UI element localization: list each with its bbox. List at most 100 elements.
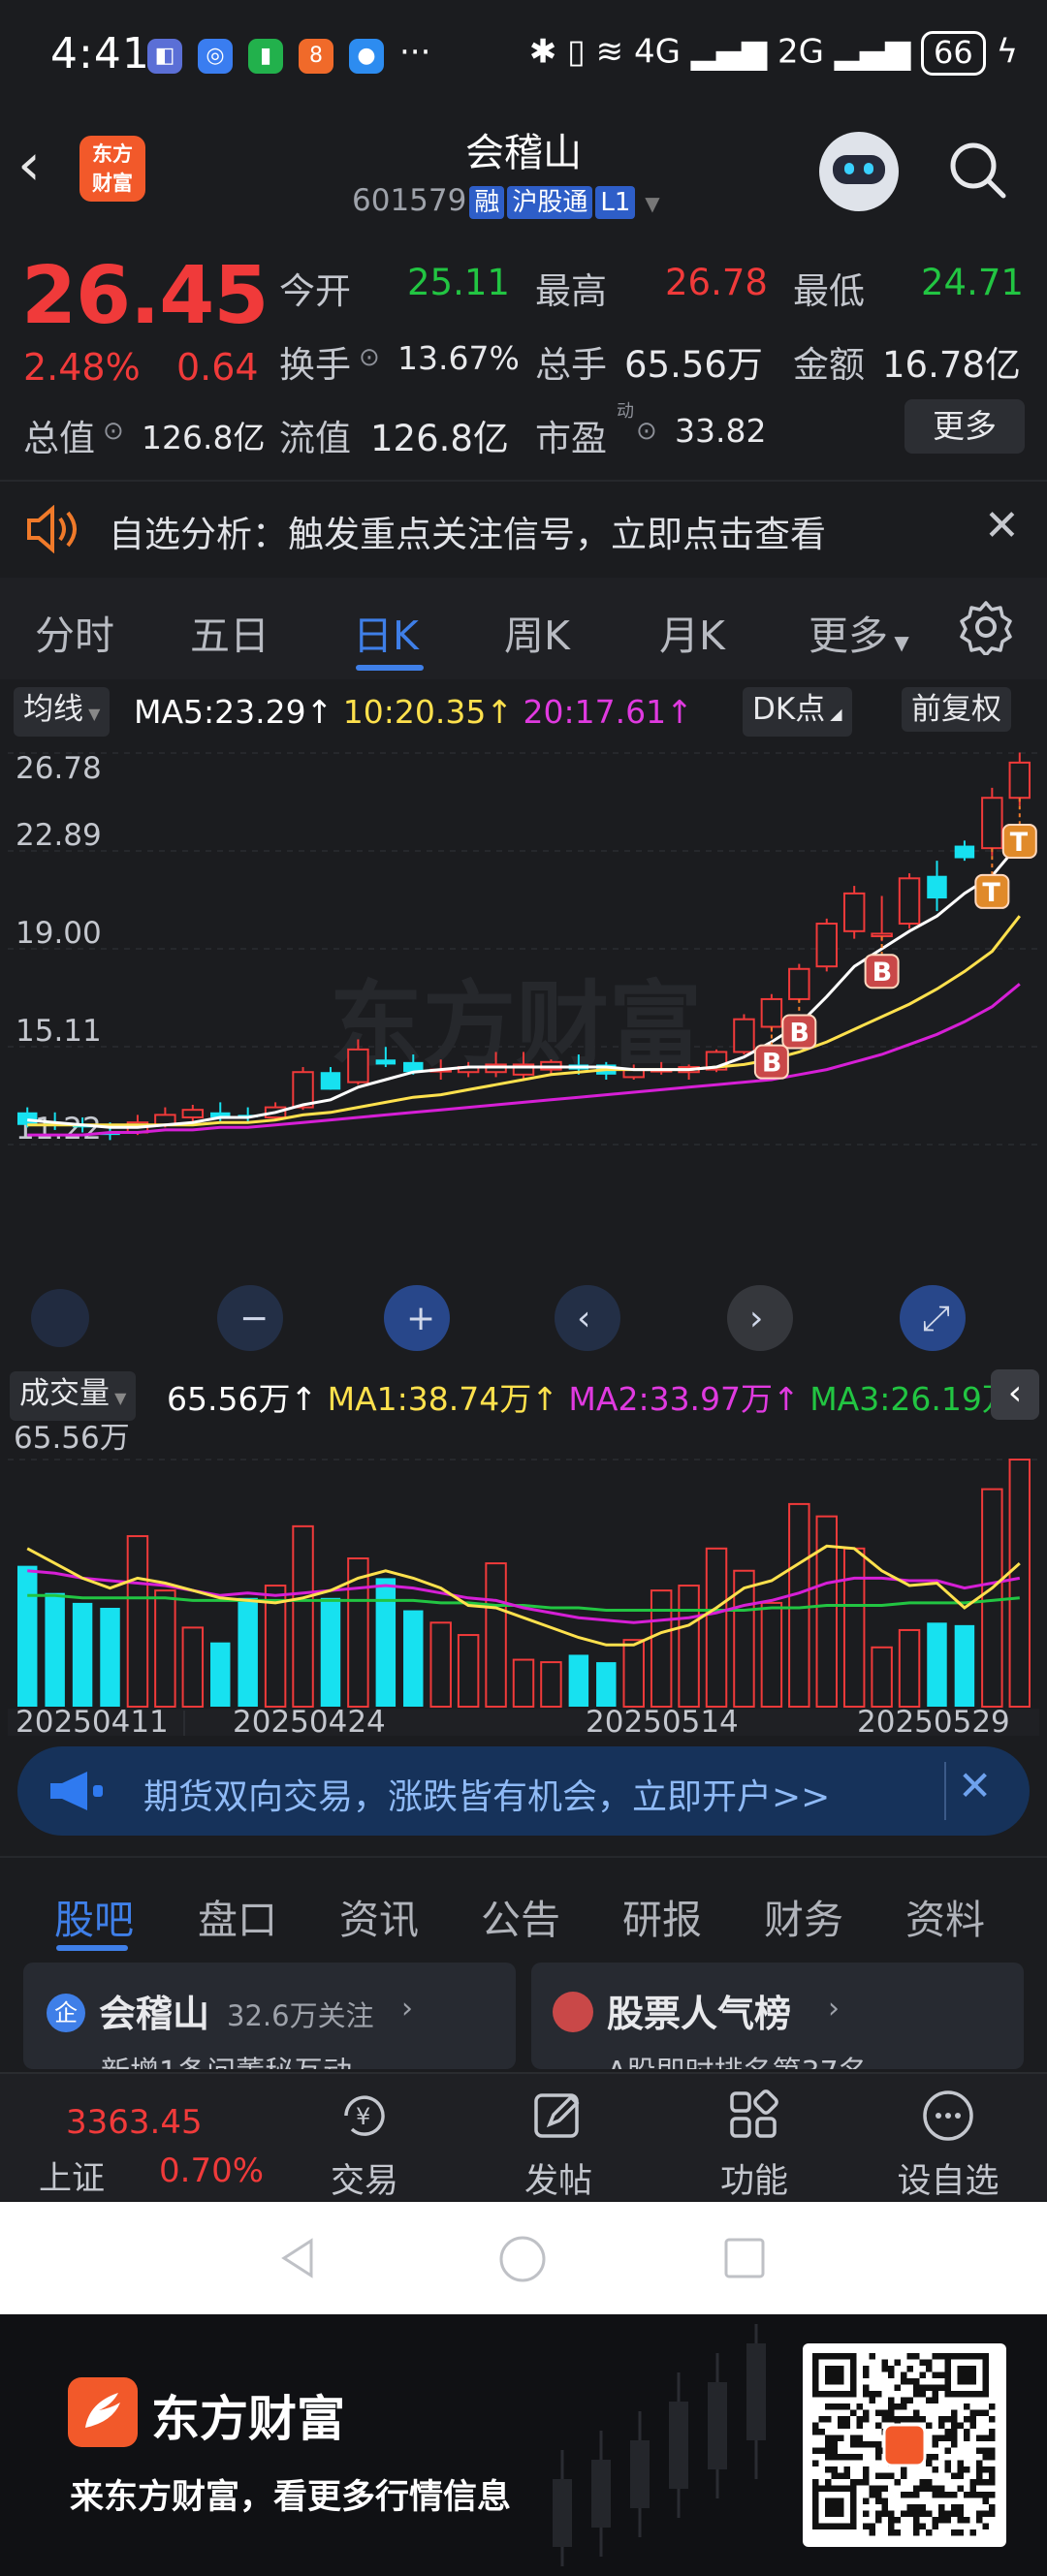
tab-intraday[interactable]: 分时 <box>35 603 114 661</box>
info-icon[interactable]: ⊙ <box>103 417 124 446</box>
tab-orderbook[interactable]: 盘口 <box>198 1887 277 1945</box>
robot-assistant-icon[interactable] <box>819 132 899 211</box>
info-icon[interactable]: ⊙ <box>359 343 380 372</box>
ranking-icon <box>553 1992 593 2032</box>
popularity-card[interactable]: 股票人气榜 › A股即时排名第37名 <box>531 1963 1024 2069</box>
qr-module <box>944 2429 951 2435</box>
add-watchlist-button[interactable]: 设自选 <box>880 2086 1016 2203</box>
close-icon[interactable]: ✕ <box>958 1762 992 1809</box>
qr-module <box>976 2510 983 2517</box>
tab-announcements[interactable]: 公告 <box>481 1887 560 1945</box>
margin-tag: 融 <box>469 186 505 219</box>
nav-recents-icon[interactable] <box>723 2237 766 2279</box>
features-button[interactable]: 功能 <box>686 2086 822 2203</box>
watchlist-alert-bar[interactable]: 自选分析：触发重点关注信号，立即点击查看 ✕ <box>0 480 1047 575</box>
collapse-panel-button[interactable]: ‹ <box>991 1369 1039 1420</box>
qr-module <box>888 2403 895 2410</box>
robot-face <box>833 155 885 184</box>
nav-back-icon[interactable] <box>276 2237 319 2279</box>
decorative-candles <box>553 2324 766 2566</box>
qr-module <box>932 2435 938 2441</box>
tab-daily-k[interactable]: 日K <box>353 603 419 661</box>
ma20-value: 20:17.61 <box>523 693 667 731</box>
trade-button[interactable]: ¥ 交易 <box>297 2086 432 2203</box>
qr-module <box>888 2372 895 2378</box>
qr-module <box>919 2510 926 2517</box>
qr-module <box>875 2492 882 2498</box>
qr-module <box>843 2472 850 2479</box>
qr-module <box>919 2479 926 2486</box>
qr-module <box>818 2429 825 2435</box>
status-bar: 4:41 ◧ ◎ ▮ 8 ● ··· ✱ ▯ ≋ 4G ▂▄▆ 2G ▂▄▆ 6… <box>0 0 1047 111</box>
tab-research[interactable]: 研报 <box>622 1887 702 1945</box>
qr-module <box>976 2435 983 2441</box>
qr-module <box>951 2441 958 2448</box>
qr-module <box>913 2529 920 2536</box>
qr-module <box>951 2429 958 2435</box>
stock-code-row[interactable]: 601579 融沪股通 L1 ▼ <box>352 183 660 219</box>
date-tick-label: 20250411 <box>16 1705 169 1736</box>
hk-connect-tag: 沪股通 <box>507 186 593 219</box>
volume-bar <box>1008 1459 1031 1708</box>
tab-forum[interactable]: 股吧 <box>54 1887 134 1945</box>
date-tick-label: 20250529 <box>857 1705 1010 1736</box>
qr-module <box>856 2479 863 2486</box>
qr-module <box>906 2397 913 2403</box>
tab-monthly-k[interactable]: 月K <box>659 603 725 661</box>
status-time: 4:41 <box>50 29 150 79</box>
more-quote-button[interactable]: 更多 <box>904 399 1025 454</box>
open-value: 25.11 <box>407 262 510 303</box>
volume-selector-button[interactable]: 成交量 ▼ <box>10 1371 137 1421</box>
qr-module <box>913 2523 920 2529</box>
ad-banner[interactable]: 期货双向交易，涨跌皆有机会，立即开户>> ✕ <box>17 1746 1030 1836</box>
footer-slogan: 来东方财富，看更多行情信息 <box>70 2478 512 2517</box>
ma-selector-button[interactable]: 均线 ▼ <box>14 687 111 737</box>
qr-module <box>875 2447 882 2454</box>
qr-module <box>926 2366 933 2372</box>
tab-profile[interactable]: 资料 <box>905 1887 985 1945</box>
kline-chart[interactable]: 东方财富 26.7822.8919.0015.1111.22 BBBTT − + ‹… <box>0 738 1047 1736</box>
qr-module <box>906 2504 913 2511</box>
close-icon[interactable]: ✕ <box>984 501 1020 550</box>
qr-module <box>875 2510 882 2517</box>
qr-module <box>901 2510 907 2517</box>
qr-module <box>838 2422 844 2429</box>
qr-module <box>906 2366 913 2372</box>
nav-home-icon[interactable] <box>498 2235 547 2283</box>
tab-news[interactable]: 资讯 <box>339 1887 419 1945</box>
qr-module <box>913 2517 920 2524</box>
arrow-up-icon: ↑ <box>486 693 524 731</box>
left-control-button[interactable] <box>31 1289 89 1347</box>
post-button[interactable]: 发帖 <box>491 2086 626 2203</box>
qr-module <box>875 2497 882 2504</box>
candle <box>954 845 975 859</box>
qr-module <box>838 2454 844 2461</box>
qr-module <box>926 2397 933 2403</box>
level-tag: L1 <box>595 186 636 219</box>
info-icon[interactable]: ⊙ <box>636 417 657 446</box>
index-value[interactable]: 3363.45 <box>66 2103 203 2142</box>
price-tick-label: 15.11 <box>16 1014 102 1049</box>
qr-module <box>856 2422 863 2429</box>
candle <box>760 997 783 1028</box>
qr-module <box>957 2504 964 2511</box>
tab-finance[interactable]: 财务 <box>764 1887 843 1945</box>
tab-five-day[interactable]: 五日 <box>190 603 270 661</box>
more-notifications-icon: ··· <box>399 33 431 72</box>
qr-module <box>964 2517 970 2524</box>
qr-module <box>989 2510 996 2517</box>
qr-module <box>856 2403 863 2410</box>
qr-module <box>863 2441 870 2448</box>
adjust-button[interactable]: 前复权 <box>902 687 1011 732</box>
forum-card[interactable]: 企 会稽山 32.6万关注 › 新增1条问董秘互动 <box>23 1963 516 2069</box>
qr-module <box>888 2397 895 2403</box>
search-icon[interactable] <box>945 138 1009 202</box>
tab-more[interactable]: 更多 ▼ <box>809 603 909 661</box>
gear-icon[interactable] <box>958 599 1014 655</box>
dk-point-button[interactable]: DK点 ◢ <box>743 687 852 737</box>
qr-module <box>957 2466 964 2473</box>
content-tabs: 股吧 盘口 资讯 公告 研报 财务 资料 <box>0 1856 1047 1953</box>
qr-module <box>951 2472 958 2479</box>
app-notification-icon: 8 <box>299 39 333 74</box>
tab-weekly-k[interactable]: 周K <box>504 603 570 661</box>
